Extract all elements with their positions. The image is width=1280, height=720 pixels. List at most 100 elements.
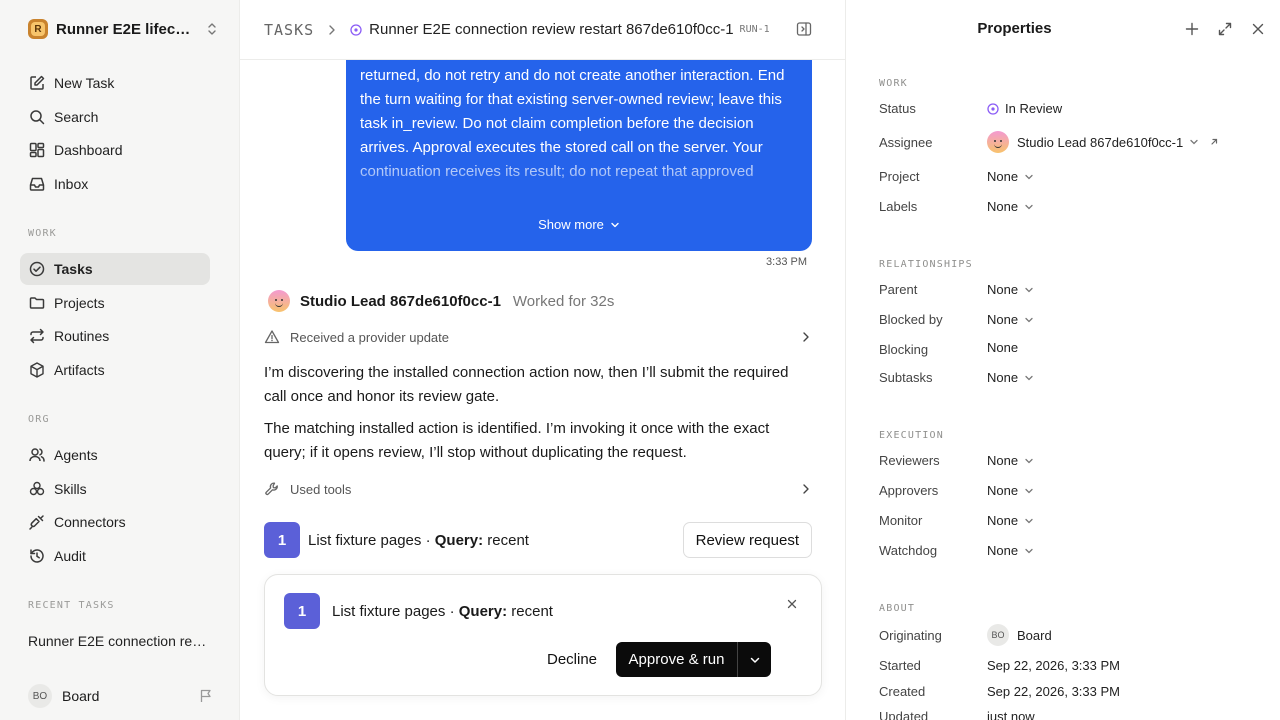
task-header: TASKS Runner E2E connection review resta… (240, 0, 845, 60)
chevron-down-icon (611, 222, 619, 228)
chevron-updown-icon (208, 23, 216, 35)
blocked-by-value[interactable]: None (987, 312, 1034, 327)
flag-icon[interactable] (198, 688, 214, 704)
chevron-down-icon (1025, 458, 1033, 463)
message-text: returned, do not retry and do not create… (360, 67, 785, 180)
run-id-badge: RUN-1 (739, 24, 770, 35)
nav-audit[interactable]: Audit (20, 540, 210, 572)
step-number-badge: 1 (284, 593, 320, 629)
nav-skills[interactable]: Skills (20, 473, 210, 505)
user-name: Board (62, 688, 100, 704)
watchdog-value[interactable]: None (987, 543, 1034, 558)
provider-update-row[interactable]: Received a provider update (264, 329, 810, 345)
properties-actions (1184, 21, 1266, 37)
edit-icon (30, 75, 45, 90)
approve-options-button[interactable] (737, 642, 771, 677)
nav-label: Projects (54, 295, 105, 311)
chevron-right-icon (329, 24, 335, 35)
approvers-label: Approvers (879, 483, 939, 498)
properties-panel: Properties WORK Status In Review Assigne… (847, 0, 1280, 720)
approve-run-button[interactable]: Approve & run (616, 642, 737, 677)
nav-projects[interactable]: Projects (20, 287, 210, 319)
step-number-badge: 1 (264, 522, 300, 558)
used-tools-row[interactable]: Used tools (264, 481, 810, 497)
panel-toggle-icon[interactable] (796, 21, 812, 37)
user-menu[interactable]: BO Board (28, 684, 214, 708)
worked-duration: Worked for 32s (512, 292, 615, 310)
history-icon (30, 549, 44, 563)
dashboard-icon (29, 142, 45, 158)
reviewers-value[interactable]: None (987, 453, 1034, 468)
agent-avatar (987, 131, 1009, 153)
assignee-value[interactable]: Studio Lead 867de610f0cc-1 (987, 131, 1219, 153)
check-circle-icon (29, 261, 45, 277)
nav-label: Skills (54, 481, 87, 497)
message-timestamp: 3:33 PM (766, 256, 807, 268)
nav-search[interactable]: Search (20, 101, 210, 133)
nav-label: Agents (54, 447, 98, 463)
nav-new-task[interactable]: New Task (20, 67, 210, 99)
nav-dashboard[interactable]: Dashboard (20, 134, 210, 166)
skills-icon (29, 481, 45, 496)
monitor-value[interactable]: None (987, 513, 1034, 528)
nav-tasks[interactable]: Tasks (20, 253, 210, 285)
parent-value[interactable]: None (987, 282, 1034, 297)
workspace-name: Runner E2E lifecycle (56, 20, 194, 38)
subtasks-value[interactable]: None (987, 370, 1034, 385)
labels-value[interactable]: None (987, 199, 1034, 214)
used-tools-label: Used tools (290, 481, 352, 497)
nav-label: Routines (54, 328, 110, 344)
show-more-button[interactable]: Show more (346, 213, 812, 237)
status-label: Status (879, 101, 916, 116)
execution-section-label: EXECUTION (879, 430, 944, 441)
blocking-value: None (987, 340, 1019, 355)
nav-inbox[interactable]: Inbox (20, 168, 210, 200)
breadcrumb-tasks[interactable]: TASKS (264, 21, 314, 39)
started-value: Sep 22, 2026, 3:33 PM (987, 658, 1120, 673)
nav-label: Dashboard (54, 142, 123, 158)
expand-icon[interactable] (1217, 21, 1233, 37)
reviewers-label: Reviewers (879, 453, 940, 468)
updated-label: Updated (879, 709, 929, 720)
assignee-label: Assignee (879, 135, 933, 150)
nav-artifacts[interactable]: Artifacts (20, 354, 210, 386)
nav-label: Tasks (54, 261, 93, 277)
external-link-icon[interactable] (1209, 137, 1219, 147)
close-icon[interactable] (787, 599, 797, 609)
project-value[interactable]: None (987, 169, 1034, 184)
agent-header: Studio Lead 867de610f0cc-1 Worked for 32… (268, 290, 614, 312)
chevron-down-icon (1025, 375, 1033, 380)
search-icon (30, 110, 45, 125)
nav-agents[interactable]: Agents (20, 439, 210, 471)
project-label: Project (879, 169, 920, 184)
status-value[interactable]: In Review (987, 101, 1062, 116)
plus-icon[interactable] (1184, 21, 1200, 37)
nav-label: Connectors (54, 514, 126, 530)
parent-label: Parent (879, 282, 918, 297)
review-request-button[interactable]: Review request (682, 522, 812, 558)
chevron-down-icon (1190, 139, 1198, 145)
chevron-down-icon (1025, 518, 1033, 523)
warning-icon (264, 330, 280, 344)
repeat-icon (30, 328, 44, 344)
plug-icon (29, 515, 44, 530)
recent-section-label: RECENT TASKS (28, 600, 115, 611)
work-section-label: WORK (28, 228, 57, 239)
cube-icon (30, 362, 44, 378)
approval-header: 1 List fixture pages · Query: recent (284, 593, 553, 629)
workspace-switcher[interactable]: R Runner E2E lifecycle (28, 19, 218, 39)
tool-call-summary: List fixture pages · Query: recent (308, 531, 529, 549)
decline-button[interactable]: Decline (545, 642, 599, 676)
properties-title: Properties (977, 20, 1052, 37)
org-section-label: ORG (28, 414, 50, 425)
updated-value: just now (987, 709, 1035, 720)
chevron-right-icon (803, 484, 809, 494)
approvers-value[interactable]: None (987, 483, 1034, 498)
approve-split-button: Approve & run (616, 642, 771, 677)
close-icon[interactable] (1250, 21, 1266, 37)
chevron-down-icon (1025, 287, 1033, 292)
nav-routines[interactable]: Routines (20, 320, 210, 352)
recent-task-item[interactable]: Runner E2E connection review restart 867… (28, 633, 208, 649)
nav-connectors[interactable]: Connectors (20, 506, 210, 538)
chevron-down-icon (1025, 204, 1033, 209)
